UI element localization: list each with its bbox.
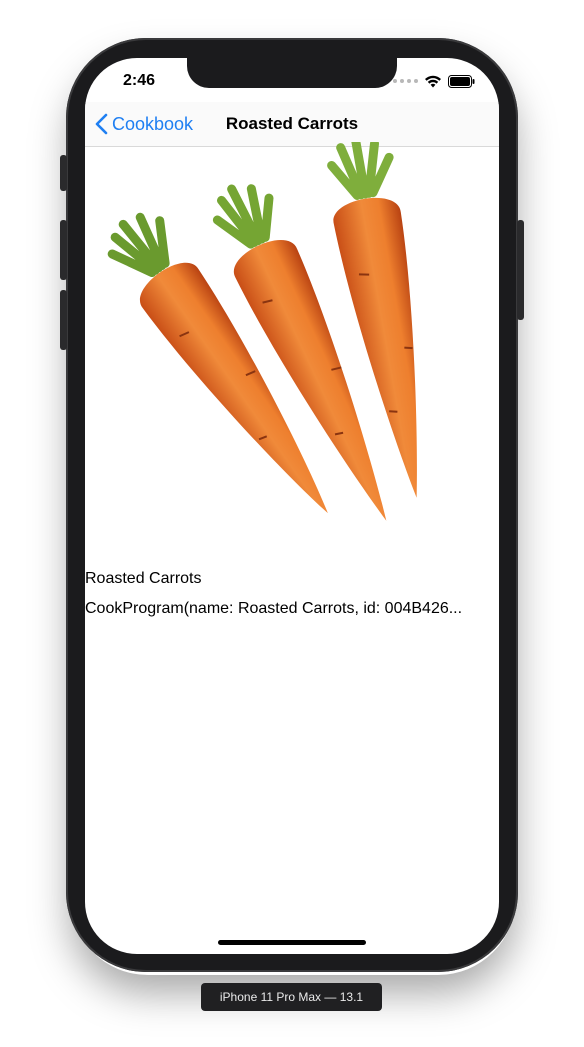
navigation-bar: Cookbook Roasted Carrots <box>85 102 499 147</box>
carrot-image <box>107 142 417 521</box>
recipe-detail-label: CookProgram(name: Roasted Carrots, id: 0… <box>85 600 463 617</box>
wifi-icon <box>425 75 441 88</box>
simulator-device-label: iPhone 11 Pro Max — 13.1 <box>201 983 382 1011</box>
status-time: 2:46 <box>123 72 156 89</box>
recipe-name-label: Roasted Carrots <box>85 570 202 587</box>
signal-icon <box>393 79 418 83</box>
volume-down-button <box>60 290 67 350</box>
home-indicator[interactable] <box>218 940 366 945</box>
screen: 2:46 Cookbook Roasted Carrots Roasted Ca… <box>85 58 499 954</box>
power-button <box>517 220 524 320</box>
notch <box>187 58 397 88</box>
simulator-window: 2:46 Cookbook Roasted Carrots Roasted Ca… <box>0 0 584 1047</box>
volume-up-button <box>60 220 67 280</box>
battery-icon <box>448 74 475 88</box>
silent-switch <box>60 155 67 191</box>
page-title: Roasted Carrots <box>225 114 359 133</box>
status-indicators <box>393 72 475 90</box>
